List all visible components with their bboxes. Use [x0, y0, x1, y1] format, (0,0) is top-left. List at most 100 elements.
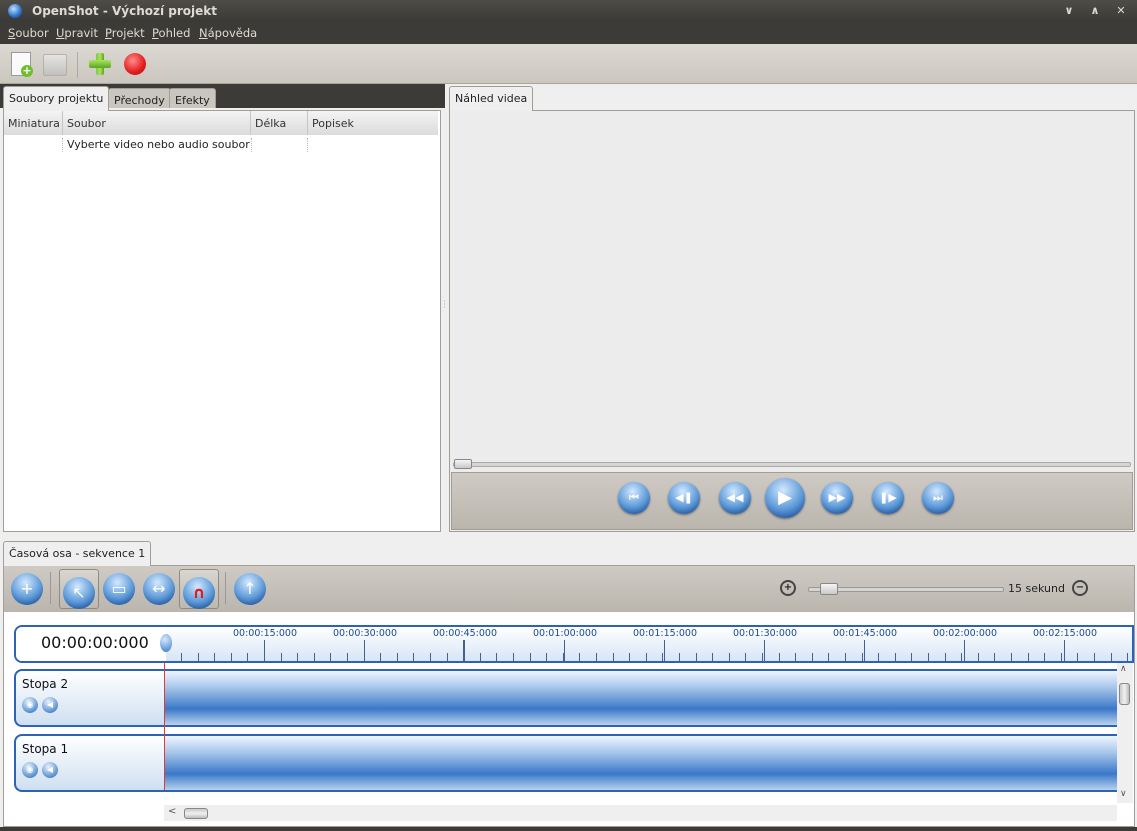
- select-tool-icon[interactable]: ↖: [63, 577, 95, 609]
- zoom-in-icon[interactable]: +: [780, 580, 796, 596]
- ruler-tick: [513, 653, 514, 661]
- ruler-tick-major: [664, 640, 665, 661]
- cell-delka: [251, 138, 308, 152]
- table-row[interactable]: Vyberte video nebo audio soubor: [4, 135, 440, 155]
- ruler-label: 00:01:30:000: [733, 628, 797, 639]
- column-popisek[interactable]: Popisek: [308, 111, 438, 135]
- tab-nahled-videa[interactable]: Náhled videa: [449, 86, 534, 111]
- rewind-icon[interactable]: ◀◀: [719, 482, 751, 514]
- menu-napoveda[interactable]: Nápověda: [199, 26, 257, 40]
- new-project-icon[interactable]: +: [11, 52, 33, 77]
- add-marker-icon[interactable]: ↑: [234, 573, 266, 605]
- ruler-tick: [198, 653, 199, 661]
- ruler-tick-major: [264, 640, 265, 661]
- save-project-icon[interactable]: [43, 54, 67, 76]
- ruler-tick: [530, 653, 531, 661]
- menu-pohled[interactable]: Pohled: [152, 26, 190, 40]
- menu-upravit[interactable]: Upravit: [56, 26, 98, 40]
- track-visibility-icon[interactable]: ◉: [22, 762, 38, 778]
- horizontal-scrollbar[interactable]: <: [164, 805, 1117, 821]
- playhead-handle[interactable]: [160, 634, 172, 652]
- ruler-tick: [795, 653, 796, 661]
- main-toolbar: +: [0, 44, 1137, 84]
- ruler-tick: [729, 653, 730, 661]
- vertical-scroll-thumb[interactable]: [1119, 683, 1130, 705]
- ruler-tick-major: [364, 640, 365, 661]
- tab-soubory-projektu[interactable]: Soubory projektu: [3, 86, 110, 111]
- jump-start-icon[interactable]: ⏮: [618, 482, 650, 514]
- tab-casova-osa[interactable]: Časová osa - sekvence 1: [3, 541, 152, 566]
- ruler-tick: [397, 653, 398, 661]
- jump-end-icon[interactable]: ⏭: [922, 482, 954, 514]
- preview-seek-track[interactable]: [453, 462, 1131, 467]
- window-titlebar: OpenShot - Výchozí projekt ∨ ∧ ✕: [0, 0, 1137, 22]
- ruler-tick: [762, 653, 763, 661]
- zoom-out-icon[interactable]: −: [1072, 580, 1088, 596]
- track-visibility-icon[interactable]: ◉: [22, 697, 38, 713]
- track-header-stopa-2[interactable]: Stopa 2 ◉ ◀: [14, 669, 168, 727]
- add-track-icon[interactable]: +: [11, 573, 43, 605]
- ruler-tick: [1044, 653, 1045, 661]
- track-lane-stopa-1[interactable]: [164, 734, 1117, 792]
- ruler-tick: [281, 653, 282, 661]
- ruler-tick: [828, 653, 829, 661]
- resize-tool-icon[interactable]: ↔: [143, 573, 175, 605]
- ruler-tick-major: [964, 640, 965, 661]
- column-miniatura[interactable]: Miniatura: [4, 111, 63, 135]
- vertical-scrollbar[interactable]: ∧ ∨: [1117, 663, 1133, 803]
- import-files-icon[interactable]: [89, 53, 111, 75]
- ruler-tick: [945, 653, 946, 661]
- track-name: Stopa 1: [22, 742, 69, 756]
- track-lane-stopa-2[interactable]: [164, 669, 1117, 727]
- ruler-tick: [1028, 653, 1029, 661]
- ruler-label: 00:00:15:000: [233, 628, 297, 639]
- ruler-tick: [1061, 653, 1062, 661]
- ruler-label: 00:00:45:000: [433, 628, 497, 639]
- column-delka[interactable]: Délka: [251, 111, 308, 135]
- horizontal-scroll-thumb[interactable]: [184, 808, 208, 819]
- ruler-label: 00:01:00:000: [533, 628, 597, 639]
- fast-forward-icon[interactable]: ▶▶: [821, 482, 853, 514]
- ruler-tick: [629, 653, 630, 661]
- ruler-tick: [862, 653, 863, 661]
- ruler-tick: [480, 653, 481, 661]
- ruler-tick: [779, 653, 780, 661]
- minimize-button[interactable]: ∨: [1060, 4, 1078, 18]
- ruler-tick: [330, 653, 331, 661]
- scroll-down-icon[interactable]: ∨: [1120, 789, 1127, 799]
- razor-tool-icon[interactable]: ▭: [103, 573, 135, 605]
- play-icon[interactable]: ▶: [765, 478, 805, 518]
- ruler-tick: [1111, 653, 1112, 661]
- scroll-up-icon[interactable]: ∧: [1120, 664, 1127, 674]
- ruler-tick: [978, 653, 979, 661]
- preview-seek-handle[interactable]: [454, 459, 472, 469]
- snapping-icon[interactable]: ∩: [183, 577, 215, 609]
- video-preview-area: [449, 110, 1135, 532]
- record-icon[interactable]: [124, 53, 146, 75]
- ruler-tick: [247, 653, 248, 661]
- zoom-slider-handle[interactable]: [820, 583, 838, 595]
- track-audio-icon[interactable]: ◀: [42, 697, 58, 713]
- ruler-tick: [1127, 653, 1128, 661]
- next-marker-icon[interactable]: ❚▶: [872, 482, 904, 514]
- ruler-tick: [546, 653, 547, 661]
- ruler-tick: [911, 653, 912, 661]
- close-button[interactable]: ✕: [1112, 4, 1130, 18]
- ruler-tick: [895, 653, 896, 661]
- prev-marker-icon[interactable]: ◀❚: [668, 482, 700, 514]
- ruler-tick: [347, 653, 348, 661]
- scroll-left-icon[interactable]: <: [168, 806, 176, 817]
- ruler-tick: [679, 653, 680, 661]
- maximize-button[interactable]: ∧: [1086, 4, 1104, 18]
- ruler-tick-major: [564, 640, 565, 661]
- ruler-tick: [613, 653, 614, 661]
- menu-projekt[interactable]: Projekt: [105, 26, 145, 40]
- track-audio-icon[interactable]: ◀: [42, 762, 58, 778]
- menu-soubor[interactable]: Soubor: [8, 26, 49, 40]
- ruler-tick: [596, 653, 597, 661]
- openshot-logo-icon: [8, 4, 22, 18]
- column-soubor[interactable]: Soubor: [63, 111, 251, 135]
- track-header-stopa-1[interactable]: Stopa 1 ◉ ◀: [14, 734, 168, 792]
- ruler-tick: [928, 653, 929, 661]
- ruler-tick: [297, 653, 298, 661]
